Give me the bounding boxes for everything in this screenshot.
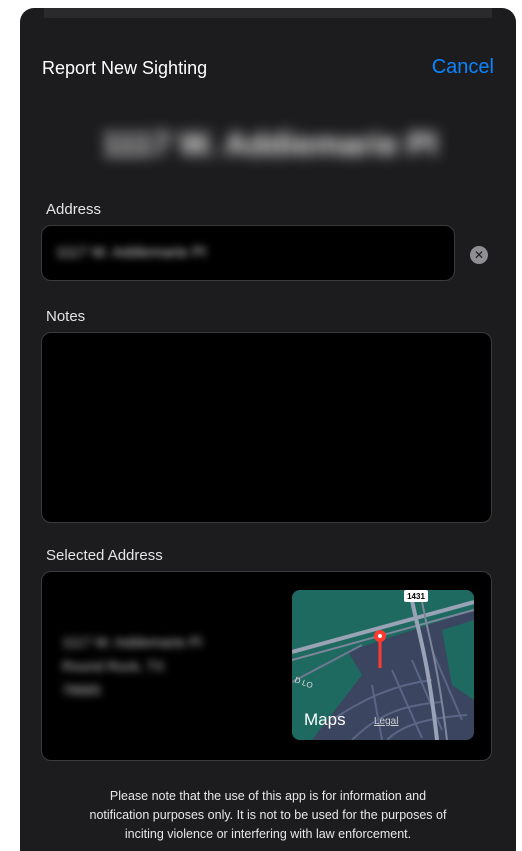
location-headline: 1117 W. Addiemarie Pl (102, 126, 438, 162)
sheet-top-edge (44, 8, 492, 18)
selected-address-card: 1117 W. Addiemarie Pl Round Rock, TX 786… (41, 571, 492, 761)
cancel-button[interactable]: Cancel (432, 56, 494, 79)
disclaimer-text: Please note that the use of this app is … (34, 787, 502, 844)
disclaimer-line2: notification purposes only. It is not to… (89, 808, 447, 822)
selected-address-line1: 1117 W. Addiemarie Pl (62, 634, 202, 650)
maps-logo-text: Maps (304, 710, 346, 729)
selected-address-line3: 78665 (62, 682, 101, 698)
selected-address-line2: Round Rock, TX (62, 658, 165, 674)
report-sighting-sheet: Report New Sighting Cancel 1117 W. Addie… (20, 8, 516, 851)
disclaimer-line1: Please note that the use of this app is … (109, 789, 427, 803)
apple-maps-logo: Maps (304, 710, 346, 730)
disclaimer-line3: inciting violence or interfering with la… (124, 827, 412, 841)
road-shield-label: 1431 (407, 592, 425, 601)
address-field-value: 1117 W. Addiemarie Pl (56, 244, 206, 261)
map-preview[interactable]: 1431 D LO Maps Legal (292, 590, 474, 740)
address-label: Address (46, 201, 102, 218)
notes-label: Notes (46, 308, 86, 325)
page-title: Report New Sighting (42, 58, 208, 78)
clear-icon[interactable]: ✕ (470, 246, 488, 264)
maps-legal-link[interactable]: Legal (374, 716, 398, 727)
notes-field[interactable] (41, 332, 492, 523)
selected-address-text: 1117 W. Addiemarie Pl Round Rock, TX 786… (62, 630, 202, 702)
address-field[interactable]: 1117 W. Addiemarie Pl (41, 225, 455, 281)
selected-address-label: Selected Address (46, 547, 163, 564)
